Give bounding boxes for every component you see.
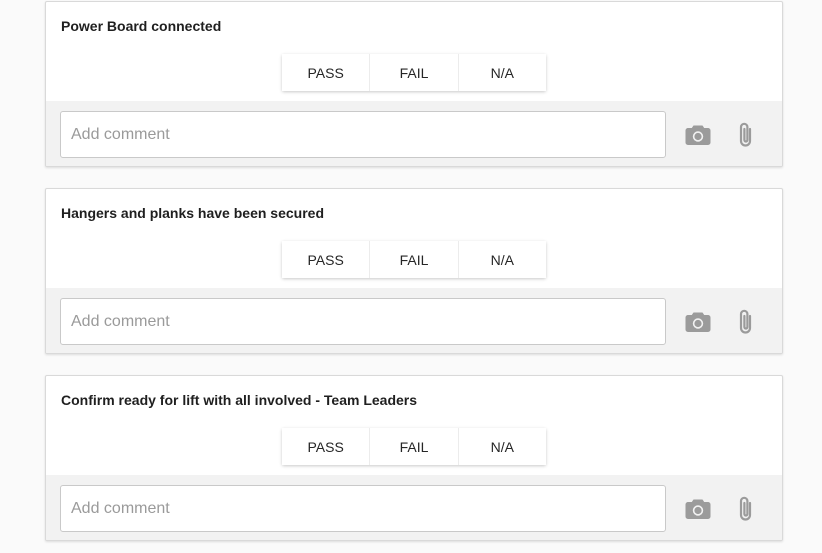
checklist: Power Board connected PASS FAIL N/A Hang… bbox=[0, 0, 822, 553]
camera-icon[interactable] bbox=[684, 308, 712, 336]
paperclip-icon[interactable] bbox=[732, 308, 760, 336]
result-button-group: PASS FAIL N/A bbox=[282, 241, 546, 278]
comment-input[interactable] bbox=[60, 298, 666, 345]
checklist-item: Confirm ready for lift with all involved… bbox=[45, 375, 783, 541]
na-button[interactable]: N/A bbox=[458, 428, 546, 465]
paperclip-icon[interactable] bbox=[732, 121, 760, 149]
checklist-item: Power Board connected PASS FAIL N/A bbox=[45, 1, 783, 167]
comment-input[interactable] bbox=[60, 485, 666, 532]
camera-icon[interactable] bbox=[684, 495, 712, 523]
pass-button[interactable]: PASS bbox=[282, 241, 371, 278]
result-button-group: PASS FAIL N/A bbox=[282, 428, 546, 465]
comment-bar bbox=[46, 288, 782, 353]
comment-input[interactable] bbox=[60, 111, 666, 158]
na-button[interactable]: N/A bbox=[458, 241, 546, 278]
fail-button[interactable]: FAIL bbox=[370, 241, 459, 278]
item-title: Power Board connected bbox=[61, 18, 222, 34]
comment-bar bbox=[46, 101, 782, 166]
na-button[interactable]: N/A bbox=[458, 54, 546, 91]
item-title: Confirm ready for lift with all involved… bbox=[61, 392, 418, 408]
pass-button[interactable]: PASS bbox=[282, 54, 371, 91]
item-title: Hangers and planks have been secured bbox=[61, 205, 324, 221]
fail-button[interactable]: FAIL bbox=[370, 54, 459, 91]
comment-bar bbox=[46, 475, 782, 540]
camera-icon[interactable] bbox=[684, 121, 712, 149]
checklist-item: Hangers and planks have been secured PAS… bbox=[45, 188, 783, 354]
paperclip-icon[interactable] bbox=[732, 495, 760, 523]
fail-button[interactable]: FAIL bbox=[370, 428, 459, 465]
result-button-group: PASS FAIL N/A bbox=[282, 54, 546, 91]
pass-button[interactable]: PASS bbox=[282, 428, 371, 465]
